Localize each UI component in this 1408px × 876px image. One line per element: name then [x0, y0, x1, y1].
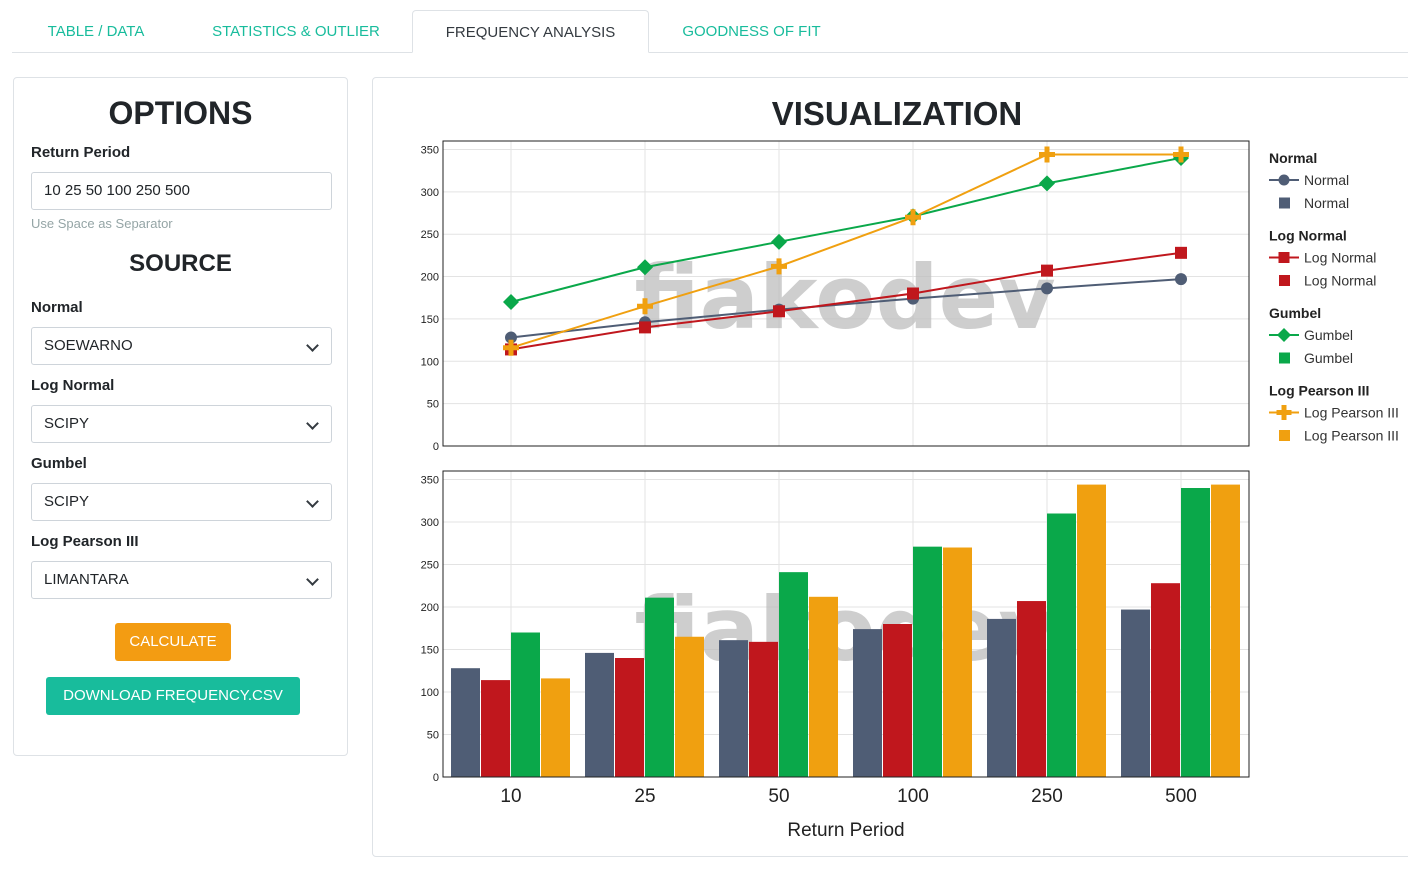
legend-bar-swatch — [1279, 197, 1290, 209]
x-tick-label: 50 — [768, 786, 789, 807]
data-point — [1175, 246, 1187, 259]
legend-line-label: Log Pearson III — [1304, 405, 1399, 421]
bar-normal — [987, 618, 1016, 777]
x-tick-label: 10 — [500, 786, 521, 807]
legend-line-label: Normal — [1304, 172, 1349, 188]
y-tick-label: 200 — [421, 602, 439, 614]
bar-log-normal — [1017, 601, 1046, 777]
data-point — [1175, 273, 1187, 286]
legend-bar-swatch — [1279, 275, 1290, 286]
bar-normal — [719, 640, 748, 777]
x-tick-label: 25 — [634, 786, 655, 807]
legend-group-title: Log Pearson III — [1269, 383, 1369, 399]
legend-group-title: Gumbel — [1269, 305, 1321, 321]
bar-normal — [451, 668, 480, 777]
bar-log-pearson-iii — [1077, 484, 1106, 777]
y-tick-label: 300 — [421, 517, 439, 529]
bar-log-normal — [481, 680, 510, 777]
y-tick-label: 250 — [421, 560, 439, 572]
y-tick-label: 50 — [427, 399, 439, 411]
bar-log-pearson-iii — [943, 547, 972, 777]
bar-gumbel — [779, 572, 808, 777]
bar-gumbel — [1047, 513, 1076, 777]
y-tick-label: 0 — [433, 441, 439, 453]
bar-log-normal — [615, 658, 644, 777]
y-tick-label: 300 — [421, 187, 439, 199]
legend-marker — [1277, 328, 1291, 342]
frequency-charts: 0 50 100 150 200 250 300 350 fiakodev 0 50 100 150 20… — [421, 140, 1399, 841]
data-point — [639, 321, 651, 334]
bar-normal — [853, 629, 882, 777]
legend-bar-swatch — [1279, 352, 1290, 364]
y-tick-label: 0 — [433, 772, 439, 784]
y-tick-label: 200 — [421, 272, 439, 284]
x-axis-label: Return Period — [787, 820, 904, 841]
legend-bar-label: Normal — [1304, 195, 1349, 211]
legend-marker — [1276, 405, 1292, 420]
legend-group-title: Normal — [1269, 150, 1317, 166]
legend-line-label: Gumbel — [1304, 327, 1353, 343]
bar-log-normal — [883, 624, 912, 777]
legend-bar-label: Gumbel — [1304, 350, 1353, 366]
watermark-text: fiakodev — [634, 246, 1055, 349]
legend-line-label: Log Normal — [1304, 250, 1376, 266]
legend-marker — [1278, 252, 1290, 263]
bar-gumbel — [1181, 488, 1210, 777]
legend-group-title: Log Normal — [1269, 228, 1347, 244]
y-tick-label: 100 — [421, 687, 439, 699]
bar-log-pearson-iii — [541, 678, 570, 777]
legend-marker — [1278, 174, 1290, 186]
data-point — [773, 305, 785, 318]
x-tick-label: 250 — [1031, 786, 1063, 807]
y-tick-label: 350 — [421, 144, 439, 156]
data-point — [907, 287, 919, 300]
y-tick-label: 100 — [421, 356, 439, 368]
x-tick-label: 100 — [897, 786, 929, 807]
bar-gumbel — [913, 546, 942, 777]
x-tick-label: 500 — [1165, 786, 1197, 807]
bar-log-normal — [749, 641, 778, 777]
bar-log-pearson-iii — [1211, 484, 1240, 777]
y-tick-label: 150 — [421, 314, 439, 326]
y-tick-label: 350 — [421, 475, 439, 487]
bar-gumbel — [645, 597, 674, 777]
bar-normal — [585, 652, 614, 777]
bar-normal — [1121, 609, 1150, 777]
data-point — [1041, 264, 1053, 277]
y-tick-label: 50 — [427, 730, 439, 742]
y-tick-label: 150 — [421, 645, 439, 657]
bar-log-pearson-iii — [675, 636, 704, 777]
bar-gumbel — [511, 632, 540, 777]
legend-bar-label: Log Pearson III — [1304, 428, 1399, 444]
y-tick-label: 250 — [421, 229, 439, 241]
bar-log-pearson-iii — [809, 596, 838, 777]
legend-bar-swatch — [1279, 430, 1290, 441]
bar-log-normal — [1151, 583, 1180, 777]
legend-bar-label: Log Normal — [1304, 273, 1376, 289]
data-point — [1041, 282, 1053, 295]
